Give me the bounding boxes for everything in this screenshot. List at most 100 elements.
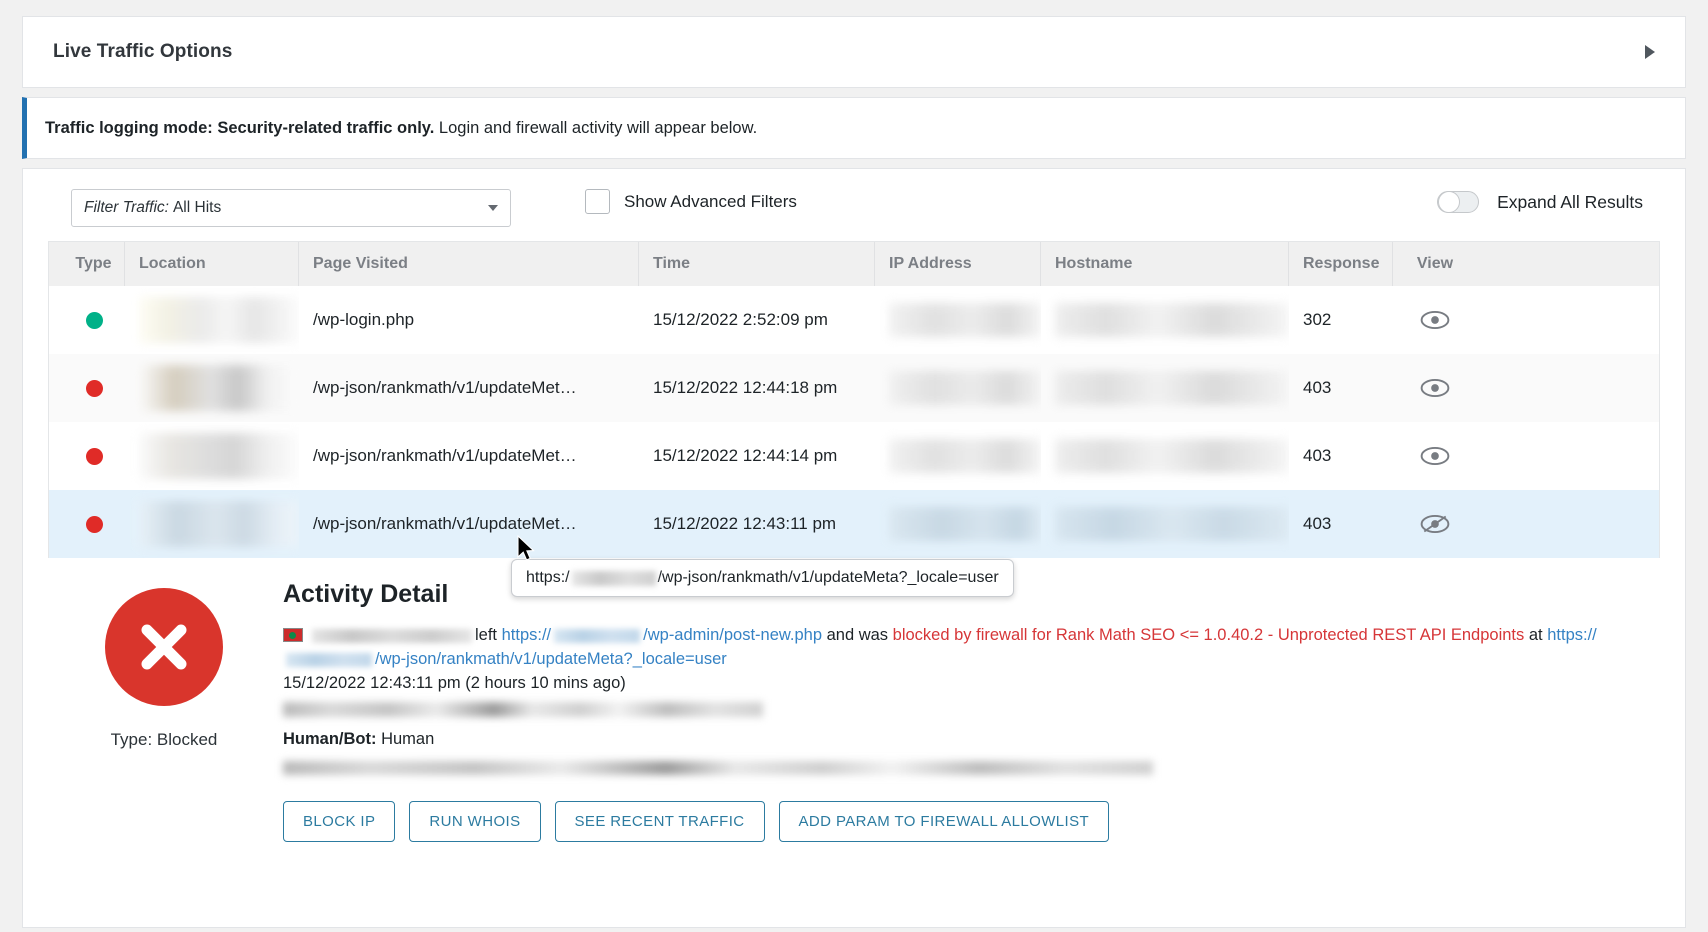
column-header-type[interactable]: Type [49, 242, 125, 286]
redacted-domain [571, 570, 656, 586]
row-page-cell[interactable]: /wp-json/rankmath/v1/updateMet… [299, 422, 639, 490]
block-reason-text: blocked by firewall for Rank Math SEO <=… [892, 626, 1525, 644]
eye-icon[interactable] [1420, 377, 1450, 399]
row-time-cell: 15/12/2022 12:43:11 pm [653, 514, 837, 533]
row-response-cell: 302 [1303, 310, 1332, 329]
activity-summary-line: left https:// /wp-admin/post-new.php and … [283, 623, 1659, 671]
column-header-view[interactable]: View [1393, 242, 1463, 286]
block-ip-button[interactable]: BLOCK IP [283, 801, 396, 842]
eye-slash-icon[interactable] [1420, 513, 1450, 535]
see-recent-traffic-button[interactable]: SEE RECENT TRAFFIC [554, 801, 765, 842]
add-param-allowlist-button[interactable]: ADD PARAM TO FIREWALL ALLOWLIST [778, 801, 1110, 842]
url-tooltip: https:/ /wp-json/rankmath/v1/updateMeta?_… [511, 559, 1014, 597]
row-hostname-cell [1041, 490, 1289, 558]
chevron-down-icon[interactable] [488, 205, 498, 211]
run-whois-button[interactable]: RUN WHOIS [409, 801, 541, 842]
row-ip-cell [875, 354, 1041, 422]
url-scheme: https:// [1547, 626, 1597, 644]
live-traffic-options-panel[interactable]: Live Traffic Options [22, 16, 1686, 88]
row-response-cell: 403 [1303, 378, 1332, 397]
filter-bar: Filter Traffic: All Hits Show Advanced F… [23, 169, 1685, 241]
row-type-cell [49, 286, 125, 354]
row-type-cell [49, 490, 125, 558]
human-bot-label: Human/Bot: [283, 730, 377, 748]
filter-traffic-label: Filter Traffic: [84, 199, 169, 216]
status-dot-blocked [85, 447, 103, 465]
activity-detail-section: Type: Blocked Activity Detail left https… [23, 558, 1685, 842]
activity-timestamp: 15/12/2022 12:43:11 pm (2 hours 10 mins … [283, 674, 626, 692]
redacted-location [139, 501, 299, 547]
row-type-cell [49, 354, 125, 422]
redacted-domain [286, 652, 372, 667]
row-view-cell[interactable] [1393, 286, 1463, 354]
column-header-location[interactable]: Location [125, 242, 299, 286]
redacted-visitor [312, 628, 472, 643]
redacted-ip [889, 507, 1041, 541]
row-location-cell [125, 286, 299, 354]
row-page-cell[interactable]: /wp-json/rankmath/v1/updateMet… [299, 490, 639, 558]
row-response-cell: 403 [1303, 514, 1332, 533]
redacted-location [139, 433, 299, 479]
tooltip-prefix: https:/ [526, 569, 570, 586]
row-type-cell [49, 422, 125, 490]
activity-action-buttons: BLOCK IP RUN WHOIS SEE RECENT TRAFFIC AD… [283, 801, 1659, 842]
visited-url-link[interactable]: https:// /wp-admin/post-new.php [502, 626, 822, 644]
column-header-hostname[interactable]: Hostname [1041, 242, 1289, 286]
eye-icon[interactable] [1420, 309, 1450, 331]
table-row[interactable]: /wp-json/rankmath/v1/updateMet… 15/12/20… [49, 422, 1659, 490]
row-view-cell[interactable] [1393, 490, 1463, 558]
row-location-cell [125, 490, 299, 558]
url-path: /wp-admin/post-new.php [643, 626, 822, 644]
redacted-hostname [1055, 507, 1289, 541]
status-dot-blocked [85, 515, 103, 533]
redacted-domain [554, 628, 641, 643]
show-advanced-filters-label: Show Advanced Filters [624, 191, 797, 211]
row-page-cell[interactable]: /wp-json/rankmath/v1/updateMet… [299, 354, 639, 422]
expand-all-results-toggle[interactable] [1437, 191, 1480, 213]
row-view-cell[interactable] [1393, 422, 1463, 490]
at-word: at [1528, 626, 1543, 644]
bangladesh-flag-icon [283, 628, 303, 642]
column-header-response[interactable]: Response [1289, 242, 1393, 286]
tooltip-suffix: /wp-json/rankmath/v1/updateMeta?_locale=… [657, 569, 999, 586]
live-traffic-main-panel: Filter Traffic: All Hits Show Advanced F… [22, 168, 1686, 928]
filter-traffic-select[interactable]: Filter Traffic: All Hits [71, 189, 511, 227]
row-time-cell: 15/12/2022 12:44:18 pm [653, 378, 838, 397]
and-was-text: and was [826, 626, 889, 644]
expand-all-results-control[interactable]: Expand All Results [1437, 191, 1643, 213]
row-response-cell: 403 [1303, 446, 1332, 465]
column-header-ip[interactable]: IP Address [875, 242, 1041, 286]
redacted-location [139, 297, 299, 343]
redacted-ip [889, 303, 1041, 337]
show-advanced-filters-control[interactable]: Show Advanced Filters [585, 189, 797, 214]
table-row-selected[interactable]: /wp-json/rankmath/v1/updateMet… 15/12/20… [49, 490, 1659, 558]
redacted-hostname [1055, 303, 1289, 337]
url-scheme: https:// [501, 626, 552, 644]
traffic-table: Type Location Page Visited Time IP Addre… [48, 241, 1660, 558]
human-bot-line: Human/Bot: Human [283, 727, 1659, 751]
row-view-cell[interactable] [1393, 354, 1463, 422]
activity-detail-body: Activity Detail left https:///wp-admin/p… [279, 580, 1659, 842]
column-header-page[interactable]: Page Visited [299, 242, 639, 286]
column-header-time[interactable]: Time [639, 242, 875, 286]
row-location-cell [125, 422, 299, 490]
human-bot-value: Human [381, 730, 435, 748]
redacted-location [139, 365, 299, 411]
expand-all-results-label: Expand All Results [1497, 191, 1643, 212]
chevron-right-icon[interactable] [1645, 45, 1655, 59]
row-hostname-cell [1041, 422, 1289, 490]
eye-icon[interactable] [1420, 445, 1450, 467]
redacted-ip [889, 439, 1041, 473]
redacted-hostname [1055, 439, 1289, 473]
row-page-cell[interactable]: /wp-login.php [299, 286, 639, 354]
activity-type-label: Type: Blocked [110, 730, 218, 749]
show-advanced-filters-checkbox[interactable] [585, 189, 610, 214]
error-circle-x-icon [105, 588, 223, 706]
status-dot-allowed [85, 311, 103, 329]
live-traffic-page: Live Traffic Options Traffic logging mod… [0, 0, 1708, 932]
redacted-hostname [1055, 371, 1289, 405]
url-path: /wp-json/rankmath/v1/updateMeta?_locale=… [375, 650, 727, 668]
table-row[interactable]: /wp-login.php 15/12/2022 2:52:09 pm 302 [49, 286, 1659, 354]
table-row[interactable]: /wp-json/rankmath/v1/updateMet… 15/12/20… [49, 354, 1659, 422]
notice-bold: Traffic logging mode: Security-related t… [45, 118, 435, 137]
